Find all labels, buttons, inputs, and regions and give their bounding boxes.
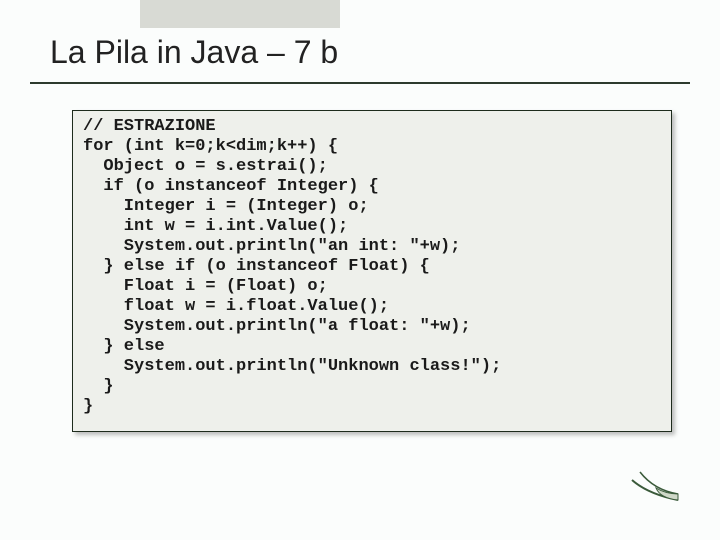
code-line: float w = i.float.Value();	[83, 297, 389, 316]
page-title: La Pila in Java – 7 b	[50, 34, 338, 71]
header-shade	[140, 0, 340, 28]
code-line: Float i = (Float) o;	[83, 277, 328, 296]
code-line: for (int k=0;k<dim;k++) {	[83, 137, 338, 156]
code-line: } else	[83, 337, 165, 356]
title-underline	[30, 82, 690, 84]
code-line: int w = i.int.Value();	[83, 217, 348, 236]
code-line: Object o = s.estrai();	[83, 157, 328, 176]
code-line: }	[83, 397, 93, 416]
code-line: }	[83, 377, 114, 396]
slide: La Pila in Java – 7 b // ESTRAZIONE for …	[0, 0, 720, 540]
code-line: System.out.println("Unknown class!");	[83, 357, 501, 376]
code-line: Integer i = (Integer) o;	[83, 197, 369, 216]
code-line: System.out.println("an int: "+w);	[83, 237, 460, 256]
code-line: } else if (o instanceof Float) {	[83, 257, 430, 276]
code-listing: // ESTRAZIONE for (int k=0;k<dim;k++) { …	[83, 117, 661, 417]
code-line: System.out.println("a float: "+w);	[83, 317, 471, 336]
code-line: if (o instanceof Integer) {	[83, 177, 379, 196]
page-curl-icon	[630, 460, 680, 504]
code-box: // ESTRAZIONE for (int k=0;k<dim;k++) { …	[72, 110, 672, 432]
code-line: // ESTRAZIONE	[83, 117, 216, 136]
